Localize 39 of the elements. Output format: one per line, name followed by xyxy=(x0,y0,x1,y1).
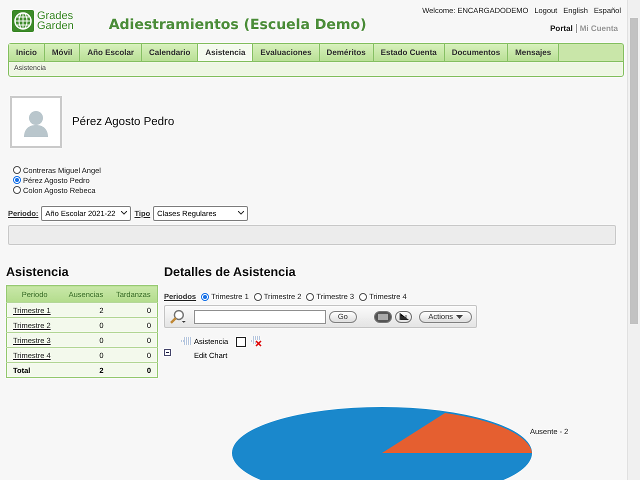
nav-tab[interactable]: Mensajes xyxy=(508,44,560,62)
nav-tab[interactable]: Evaluaciones xyxy=(253,44,320,62)
nav-tab[interactable]: Móvil xyxy=(44,44,80,62)
period-radio[interactable] xyxy=(306,292,314,301)
chevron-down-icon xyxy=(121,211,128,216)
section-heading: Asistencia xyxy=(6,265,70,282)
list-view-button[interactable] xyxy=(374,310,392,323)
school-title: Adiestramientos (Escuela Demo) xyxy=(108,17,368,33)
section-heading: Detalles de Asistencia xyxy=(164,265,297,282)
nav-tab[interactable]: Asistencia xyxy=(198,44,254,62)
report-checkbox[interactable] xyxy=(236,336,246,347)
period-radio[interactable] xyxy=(254,292,262,301)
logo-text: Grades Garden xyxy=(37,11,74,31)
student-name: Pérez Agosto Pedro xyxy=(72,116,174,128)
chart-view-button[interactable] xyxy=(394,310,412,323)
student-radio[interactable] xyxy=(13,186,21,194)
chart-icon xyxy=(181,337,191,346)
nav-tab[interactable]: Estado Cuenta xyxy=(374,44,445,62)
delete-chart-icon[interactable] xyxy=(251,336,262,348)
bar-chart-icon xyxy=(398,313,408,320)
nav-tab[interactable]: Deméritos xyxy=(320,44,374,62)
period-radio[interactable] xyxy=(359,292,368,301)
student-radio[interactable] xyxy=(13,176,21,184)
search-field[interactable] xyxy=(194,310,326,324)
list-icon xyxy=(378,314,388,320)
nav-tab[interactable]: Calendario xyxy=(142,44,198,62)
nav-tab[interactable]: Año Escolar xyxy=(80,44,142,62)
portal-link[interactable]: Portal xyxy=(547,24,576,33)
nav-tab[interactable]: Inicio xyxy=(9,44,45,62)
avatar-placeholder xyxy=(10,96,62,148)
collapse-icon[interactable] xyxy=(164,349,171,356)
search-icon[interactable] xyxy=(169,308,187,325)
period-radio[interactable] xyxy=(201,292,210,301)
chevron-down-icon xyxy=(238,211,244,216)
scrollbar[interactable] xyxy=(627,0,640,480)
globe-logo-icon xyxy=(12,10,34,32)
caret-icon xyxy=(456,314,463,319)
student-radio[interactable] xyxy=(13,166,21,174)
nav-tab[interactable]: Documentos xyxy=(444,44,508,62)
